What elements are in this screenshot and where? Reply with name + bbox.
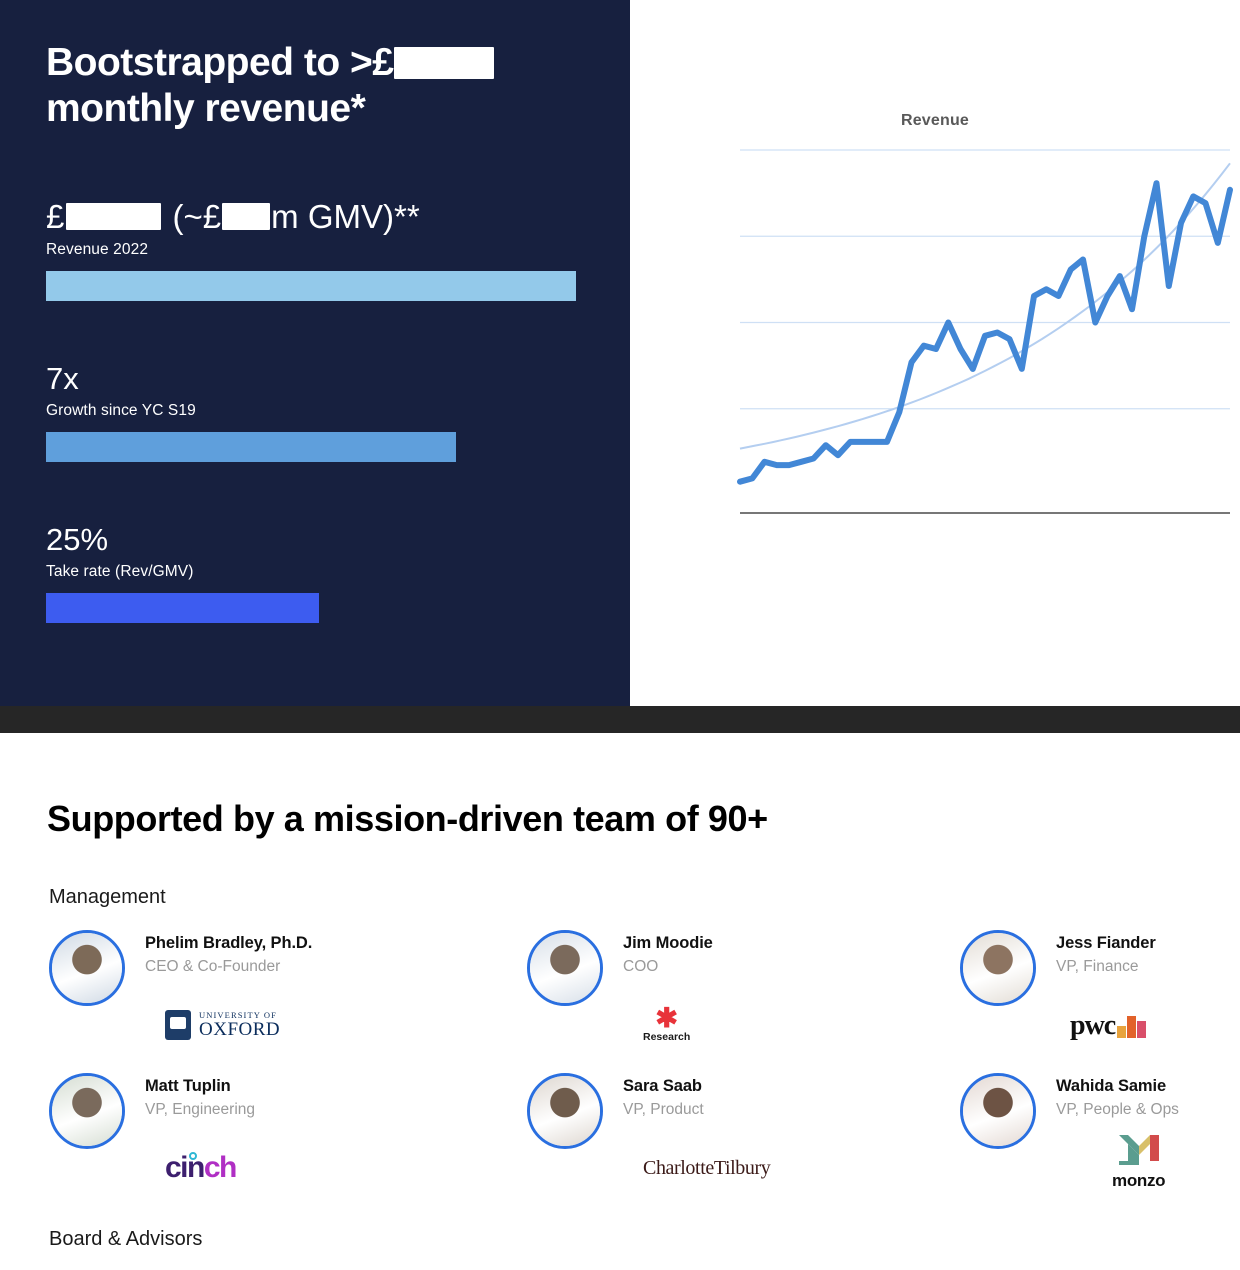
team-member-card[interactable]: Jim Moodie COO ✱ Research bbox=[527, 928, 957, 1068]
prev-employer-logo: pwc bbox=[1070, 1006, 1147, 1044]
avatar bbox=[527, 930, 603, 1006]
team-member-card[interactable]: Matt Tuplin VP, Engineering cinch bbox=[49, 1071, 479, 1211]
avatar bbox=[960, 1073, 1036, 1149]
team-member-name: Wahida Samie bbox=[1056, 1077, 1167, 1095]
revenue-slide-left-panel: Bootstrapped to >£ monthly revenue* £ (~… bbox=[0, 0, 630, 706]
team-member-grid: Phelim Bradley, Ph.D. CEO & Co-Founder U… bbox=[0, 928, 1240, 1214]
oxford-crest-icon bbox=[165, 1010, 191, 1040]
pwc-bars-icon bbox=[1117, 1012, 1147, 1038]
metric-revenue-2022-label: Revenue 2022 bbox=[46, 240, 149, 258]
team-member-text: Sara Saab VP, Product bbox=[623, 1077, 953, 1119]
monzo-icon: monzo bbox=[1112, 1131, 1166, 1190]
metric-revenue-2022-value: £ (~£ m GMV)** bbox=[46, 198, 586, 235]
metric-take-rate-label: Take rate (Rev/GMV) bbox=[46, 562, 194, 580]
team-member-role: VP, People & Ops bbox=[1056, 1101, 1179, 1118]
research-icon: ✱ Research bbox=[643, 1002, 691, 1043]
pwc-icon: pwc bbox=[1070, 1010, 1147, 1042]
team-member-text: Phelim Bradley, Ph.D. CEO & Co-Founder bbox=[145, 934, 475, 976]
prev-employer-logo: monzo bbox=[1112, 1135, 1166, 1189]
revenue-chart-pane: Revenue bbox=[630, 0, 1240, 706]
cinch-logo-text-b: ch bbox=[203, 1151, 238, 1184]
metric-currency-prefix: £ bbox=[46, 198, 65, 235]
avatar bbox=[49, 930, 125, 1006]
team-member-role: VP, Engineering bbox=[145, 1101, 256, 1118]
monzo-mark-icon bbox=[1118, 1135, 1159, 1169]
team-member-name: Matt Tuplin bbox=[145, 1077, 231, 1095]
cinch-icon: cinch bbox=[165, 1151, 238, 1184]
metric-gmv-suffix: m GMV)** bbox=[271, 198, 420, 235]
team-member-text: Jess Fiander VP, Finance bbox=[1056, 934, 1240, 976]
metric-growth-bar bbox=[46, 431, 456, 462]
prev-employer-logo: CharlotteTilbury bbox=[643, 1149, 771, 1187]
avatar bbox=[527, 1073, 603, 1149]
charlotte-tilbury-icon: CharlotteTilbury bbox=[643, 1156, 771, 1179]
oxford-logo-text: OXFORD bbox=[199, 1019, 281, 1041]
team-member-card[interactable]: Jess Fiander VP, Finance pwc bbox=[960, 928, 1240, 1068]
team-member-card[interactable]: Sara Saab VP, Product CharlotteTilbury bbox=[527, 1071, 957, 1211]
team-member-card[interactable]: Wahida Samie VP, People & Ops monzo bbox=[960, 1071, 1240, 1211]
prev-employer-logo: ✱ Research bbox=[643, 1002, 691, 1044]
team-member-card[interactable]: Phelim Bradley, Ph.D. CEO & Co-Founder U… bbox=[49, 928, 479, 1068]
metric-growth: 7x Growth since YC S19 bbox=[46, 361, 586, 462]
team-row: Phelim Bradley, Ph.D. CEO & Co-Founder U… bbox=[0, 928, 1240, 1071]
team-member-role: CEO & Co-Founder bbox=[145, 958, 281, 975]
team-slide-title: Supported by a mission-driven team of 90… bbox=[47, 798, 768, 839]
metric-growth-label: Growth since YC S19 bbox=[46, 401, 196, 419]
headline-line1: Bootstrapped to >£ bbox=[46, 41, 394, 84]
metric-growth-value: 7x bbox=[46, 361, 79, 396]
team-member-text: Wahida Samie VP, People & Ops bbox=[1056, 1077, 1240, 1119]
team-member-role: COO bbox=[623, 958, 659, 975]
team-member-name: Jess Fiander bbox=[1056, 934, 1156, 952]
redaction-box-headline bbox=[394, 46, 495, 79]
metric-gmv-prefix: (~£ bbox=[163, 198, 222, 235]
slide-deck-screenshot: Bootstrapped to >£ monthly revenue* £ (~… bbox=[0, 0, 1240, 1270]
team-member-text: Matt Tuplin VP, Engineering bbox=[145, 1077, 475, 1119]
team-member-name: Phelim Bradley, Ph.D. bbox=[145, 934, 313, 952]
oxford-logo-small-text: UNIVERSITY OF bbox=[199, 1009, 277, 1020]
cinch-dot-icon bbox=[189, 1152, 197, 1160]
prev-employer-logo: cinch bbox=[165, 1149, 238, 1187]
pwc-logo-text: pwc bbox=[1070, 1010, 1116, 1042]
section-label-management: Management bbox=[49, 886, 166, 908]
slide-separator-band bbox=[0, 706, 1240, 733]
revenue-slide: Bootstrapped to >£ monthly revenue* £ (~… bbox=[0, 0, 1240, 706]
redaction-box-revenue bbox=[66, 202, 162, 230]
section-label-board-advisors: Board & Advisors bbox=[49, 1228, 203, 1250]
metric-take-rate: 25% Take rate (Rev/GMV) bbox=[46, 522, 586, 623]
prev-employer-logo: UNIVERSITY OF OXFORD bbox=[165, 1006, 280, 1044]
headline-line2: monthly revenue* bbox=[46, 87, 366, 131]
cinch-logo-text-a: cin bbox=[165, 1151, 205, 1184]
team-member-role: VP, Finance bbox=[1056, 958, 1139, 975]
metric-revenue-2022-bar bbox=[46, 270, 576, 301]
avatar bbox=[49, 1073, 125, 1149]
team-member-name: Jim Moodie bbox=[623, 934, 713, 952]
team-slide: Supported by a mission-driven team of 90… bbox=[0, 733, 1240, 1270]
team-member-role: VP, Product bbox=[623, 1101, 704, 1118]
metric-take-rate-bar bbox=[46, 592, 319, 623]
metric-revenue-2022: £ (~£ m GMV)** Revenue 2022 bbox=[46, 198, 586, 301]
metric-take-rate-value: 25% bbox=[46, 522, 109, 557]
research-logo-text: Research bbox=[643, 1030, 691, 1043]
redaction-box-gmv bbox=[222, 202, 271, 230]
team-member-name: Sara Saab bbox=[623, 1077, 702, 1095]
revenue-chart-title: Revenue bbox=[900, 112, 970, 129]
team-member-text: Jim Moodie COO bbox=[623, 934, 953, 976]
avatar bbox=[960, 930, 1036, 1006]
university-of-oxford-icon: UNIVERSITY OF OXFORD bbox=[165, 1010, 280, 1040]
monzo-logo-text: monzo bbox=[1112, 1171, 1166, 1190]
revenue-line-chart bbox=[737, 149, 1233, 514]
asterisk-icon: ✱ bbox=[655, 1002, 678, 1033]
slide-headline: Bootstrapped to >£ monthly revenue* bbox=[46, 40, 606, 132]
team-row: Matt Tuplin VP, Engineering cinch Sara S… bbox=[0, 1071, 1240, 1214]
